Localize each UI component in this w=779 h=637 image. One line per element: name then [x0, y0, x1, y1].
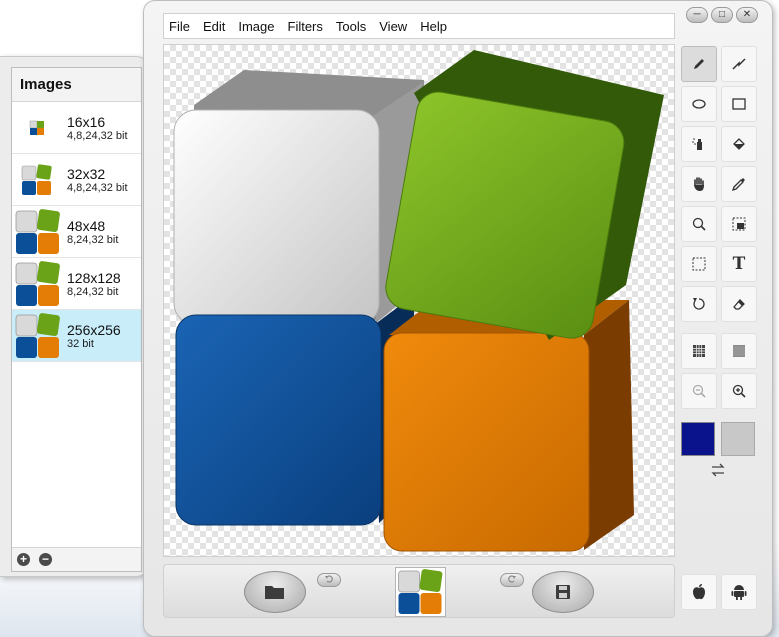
image-preview	[395, 567, 446, 617]
hand-icon	[694, 177, 704, 191]
menu-image[interactable]: Image	[238, 19, 274, 34]
zoom-in-icon	[732, 384, 746, 398]
images-panel-title: Images	[12, 68, 141, 102]
image-item-48[interactable]: 48x48 8,24,32 bit	[12, 206, 141, 258]
android-icon	[731, 585, 747, 600]
selection-tool[interactable]	[681, 246, 717, 282]
menu-bar: File Edit Image Filters Tools View Help	[163, 13, 675, 39]
eraser-tool[interactable]	[721, 286, 757, 322]
image-item-32[interactable]: 32x32 4,8,24,32 bit	[12, 154, 141, 206]
image-item-256[interactable]: 256x256 32 bit	[12, 310, 141, 362]
primary-color-swatch[interactable]	[681, 422, 715, 456]
selection-icon	[692, 257, 706, 271]
images-list-frame: Images 16x16 4,8,24,32 bit 32x32 4,8,24,…	[11, 67, 142, 572]
apple-export-button[interactable]	[681, 574, 717, 610]
spray-tool[interactable]	[681, 126, 717, 162]
ellipse-icon	[692, 99, 706, 109]
menu-view[interactable]: View	[379, 19, 407, 34]
images-panel: Images 16x16 4,8,24,32 bit 32x32 4,8,24,…	[0, 56, 150, 577]
menu-file[interactable]: File	[169, 19, 190, 34]
undo-button[interactable]	[317, 573, 341, 587]
rectangle-icon	[732, 98, 746, 110]
spray-icon	[692, 138, 702, 150]
rotate-icon	[693, 298, 705, 310]
pencil-icon	[694, 59, 704, 69]
image-size-label: 32x32	[67, 166, 106, 182]
ellipse-tool[interactable]	[681, 86, 717, 122]
window-controls: ─ □ ✕	[686, 7, 758, 23]
image-thumbnail-256	[15, 313, 60, 358]
line-tool[interactable]	[721, 46, 757, 82]
undo-icon	[325, 575, 333, 583]
save-icon	[556, 585, 570, 599]
save-button[interactable]	[532, 571, 594, 613]
zoom-out-icon	[692, 384, 706, 398]
color-picker-icon	[731, 178, 745, 192]
cubes-artwork	[173, 50, 664, 552]
image-size-list: 16x16 4,8,24,32 bit 32x32 4,8,24,32 bit	[12, 102, 141, 362]
eraser-icon	[733, 299, 745, 310]
zoom-in-button[interactable]	[721, 373, 757, 409]
menu-help[interactable]: Help	[420, 19, 447, 34]
fill-bucket-icon	[733, 138, 745, 150]
image-bits-label: 8,24,32 bit	[67, 286, 119, 298]
pencil-tool[interactable]	[681, 46, 717, 82]
image-thumbnail-16	[29, 120, 44, 135]
menu-edit[interactable]: Edit	[203, 19, 225, 34]
grid-tool[interactable]	[681, 333, 717, 369]
bottom-toolbar	[163, 564, 675, 618]
swap-colors-icon[interactable]	[710, 463, 726, 480]
image-thumbnail-32	[21, 164, 52, 195]
line-icon	[732, 58, 746, 70]
minimize-button[interactable]: ─	[686, 7, 708, 23]
orange-cube	[383, 300, 634, 552]
maximize-button[interactable]: □	[711, 7, 733, 23]
image-size-label: 128x128	[67, 270, 121, 286]
image-thumbnail-128	[15, 261, 60, 306]
editor-window: ─ □ ✕ File Edit Image Filters Tools View…	[143, 0, 773, 637]
fill-tool[interactable]	[721, 126, 757, 162]
zoom-out-button[interactable]	[681, 373, 717, 409]
folder-icon	[265, 586, 284, 599]
checkerboard-icon	[733, 345, 745, 357]
image-bits-label: 32 bit	[67, 338, 94, 350]
menu-tools[interactable]: Tools	[336, 19, 366, 34]
image-bits-label: 4,8,24,32 bit	[67, 182, 128, 194]
blue-cube	[175, 295, 414, 526]
images-panel-footer: + −	[12, 547, 141, 571]
menu-filters[interactable]: Filters	[288, 19, 323, 34]
image-item-16[interactable]: 16x16 4,8,24,32 bit	[12, 102, 141, 154]
add-image-button[interactable]: +	[17, 553, 30, 566]
zoom-tool[interactable]	[681, 206, 717, 242]
drawing-canvas[interactable]	[163, 44, 675, 557]
android-export-button[interactable]	[721, 574, 757, 610]
preview-cubes	[398, 569, 443, 614]
image-size-label: 256x256	[67, 322, 121, 338]
hand-tool[interactable]	[681, 166, 717, 202]
remove-image-button[interactable]: −	[39, 553, 52, 566]
checkerboard-tool[interactable]	[721, 333, 757, 369]
image-thumbnail-48	[15, 209, 60, 254]
rectangle-tool[interactable]	[721, 86, 757, 122]
image-item-128[interactable]: 128x128 8,24,32 bit	[12, 258, 141, 310]
apple-icon	[693, 584, 705, 600]
redo-button[interactable]	[500, 573, 524, 587]
grid-icon	[693, 345, 705, 357]
magnifier-icon	[692, 217, 706, 231]
redo-icon	[508, 575, 516, 583]
color-picker-tool[interactable]	[721, 166, 757, 202]
secondary-color-swatch[interactable]	[721, 422, 755, 456]
image-bits-label: 4,8,24,32 bit	[67, 130, 128, 142]
screen-capture-icon	[732, 217, 746, 231]
rotate-tool[interactable]	[681, 286, 717, 322]
text-tool[interactable]: T	[721, 246, 757, 282]
image-size-label: 48x48	[67, 218, 106, 234]
image-size-label: 16x16	[67, 114, 106, 130]
green-cube	[385, 50, 664, 340]
image-bits-label: 8,24,32 bit	[67, 234, 119, 246]
close-button[interactable]: ✕	[736, 7, 758, 23]
screen-capture-tool[interactable]	[721, 206, 757, 242]
open-button[interactable]	[244, 571, 306, 613]
